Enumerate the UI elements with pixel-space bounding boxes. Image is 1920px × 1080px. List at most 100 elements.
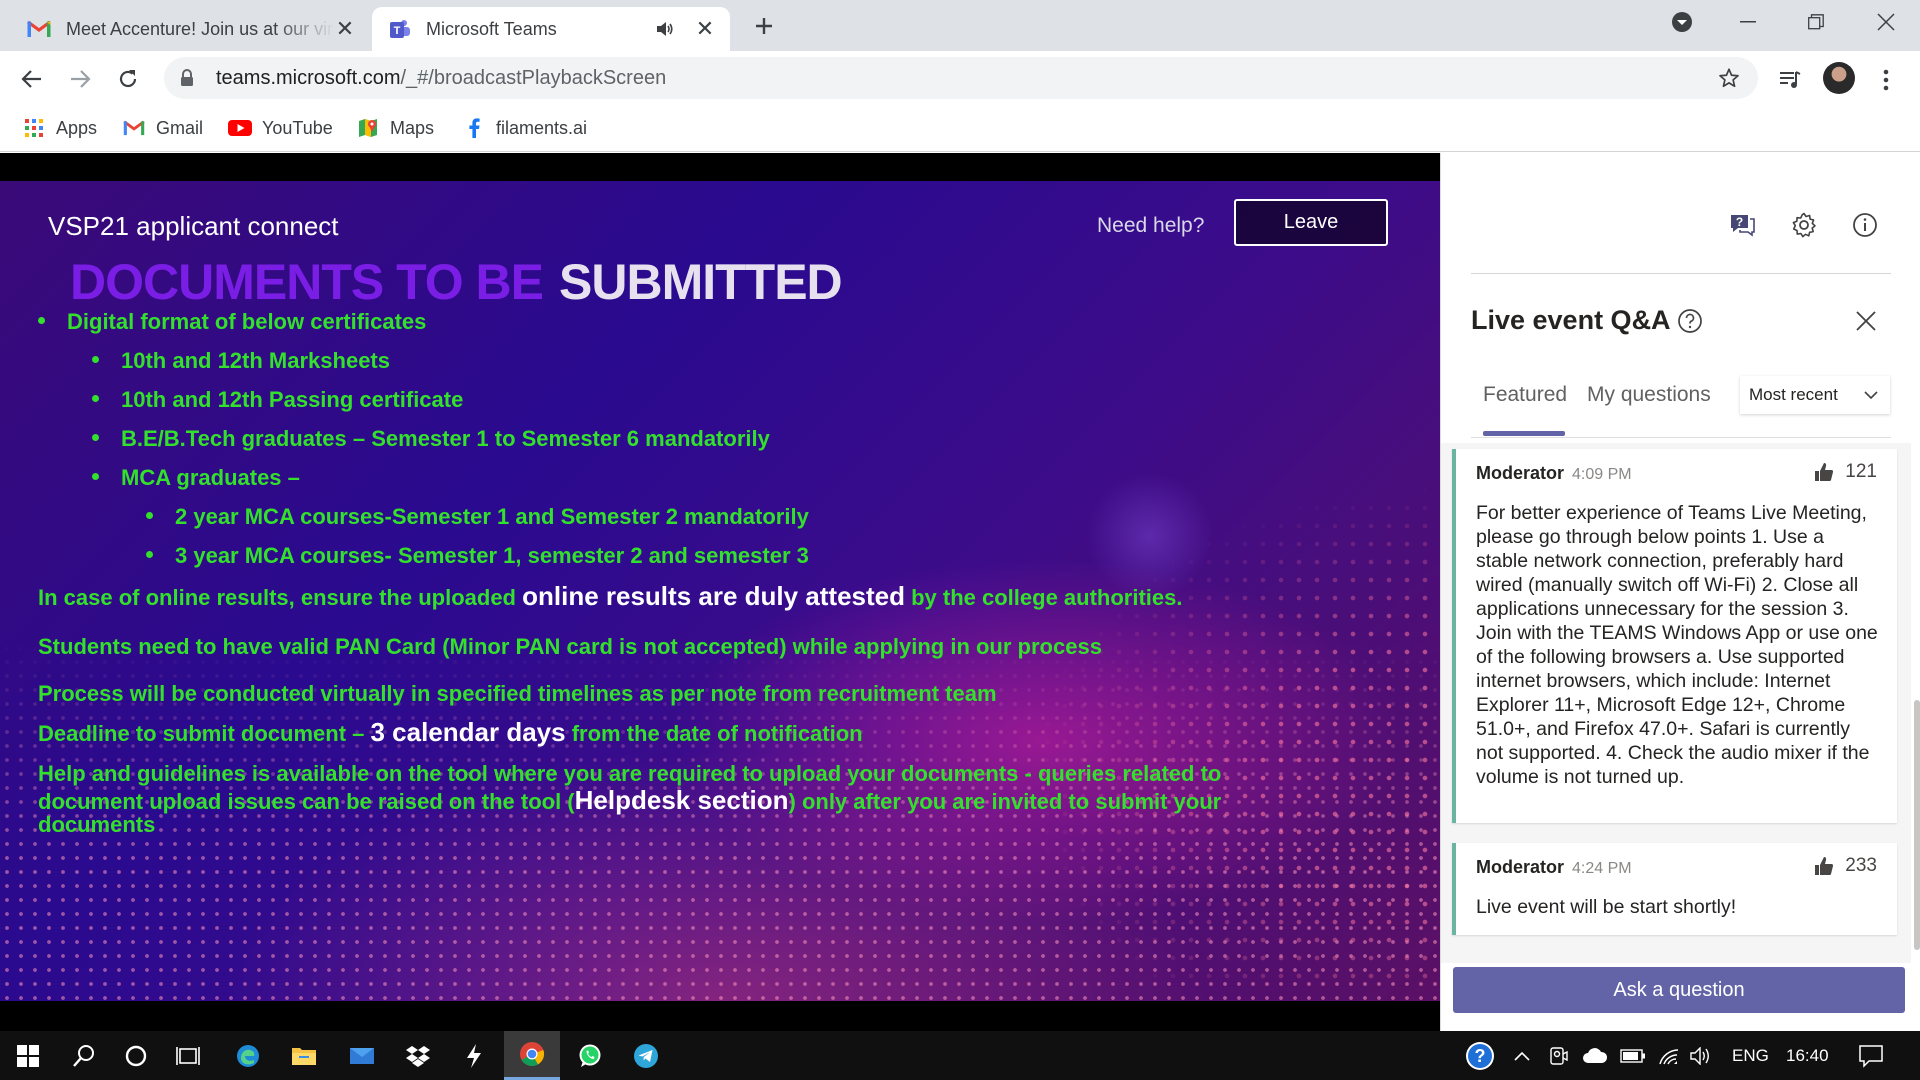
event-title: VSP21 applicant connect (48, 211, 339, 241)
reload-button[interactable] (112, 63, 144, 95)
info-button[interactable] (1849, 209, 1881, 241)
slide-text-part: Students need to have valid PAN Card (Mi… (38, 634, 1102, 659)
bookmark-gmail[interactable]: Gmail (122, 115, 203, 141)
chat-help-button[interactable]: ? (1726, 209, 1758, 241)
taskbar-telegram[interactable] (618, 1031, 674, 1080)
taskbar-edge[interactable] (220, 1031, 276, 1080)
language-indicator[interactable]: ENG (1732, 1031, 1769, 1080)
url-text[interactable]: teams.microsoft.com/_#/broadcastPlayback… (216, 67, 666, 90)
slide-text-part: documents (38, 812, 156, 837)
taskbar-whatsapp[interactable] (562, 1031, 618, 1080)
profile-avatar[interactable] (1823, 62, 1855, 94)
taskbar-mail[interactable] (334, 1031, 390, 1080)
battery-tray[interactable] (1620, 1031, 1646, 1080)
leave-button[interactable]: Leave (1234, 199, 1388, 246)
slide-text: document upload issues can be raised on … (38, 785, 1221, 816)
media-controls-button[interactable] (1776, 66, 1804, 94)
taskbar-chrome[interactable] (504, 1031, 560, 1080)
chrome-menu-button[interactable] (1872, 66, 1900, 94)
wifi-icon (1659, 1048, 1679, 1064)
minimize-button[interactable] (1718, 0, 1778, 44)
address-bar[interactable]: teams.microsoft.com/_#/broadcastPlayback… (164, 57, 1758, 99)
close-tab-icon[interactable]: ✕ (694, 16, 716, 41)
cortana-button[interactable] (108, 1031, 164, 1080)
forward-button[interactable] (64, 63, 96, 95)
slide-text: Help and guidelines is available on the … (38, 761, 1221, 787)
arrow-right-icon (71, 70, 91, 88)
bullet-dot (92, 394, 99, 402)
notification-center[interactable] (1858, 1031, 1884, 1080)
sort-label: Most recent (1749, 385, 1838, 404)
question-bubble-icon: ? (1731, 215, 1755, 237)
bookmark-filaments[interactable]: filaments.ai (462, 115, 587, 141)
live-event-video[interactable]: DOCUMENTS TO BE SUBMITTED Digital format … (0, 153, 1440, 1031)
post-time: 4:09 PM (1572, 466, 1632, 483)
question-circle-icon: ? (1466, 1041, 1494, 1070)
back-button[interactable] (16, 63, 48, 95)
tab-featured[interactable]: Featured (1483, 383, 1567, 407)
slide-bullet: Digital format of below certificates (38, 309, 426, 335)
bookmark-star-icon[interactable] (1718, 67, 1740, 89)
close-window-button[interactable] (1856, 0, 1916, 44)
like-button[interactable]: 121 (1813, 461, 1877, 483)
taskbar-app-bolt[interactable] (446, 1031, 502, 1080)
lock-icon[interactable] (180, 67, 202, 89)
qa-post[interactable]: Moderator 4:09 PM 121 For better experien… (1452, 449, 1897, 823)
slide-bullet: MCA graduates – (92, 465, 300, 491)
bookmarks-bar: Apps Gmail YouTube Maps filaments.ai (0, 105, 1920, 152)
ask-question-button[interactable]: Ask a question (1453, 967, 1905, 1013)
taskbar-dropbox[interactable] (390, 1031, 446, 1080)
close-tab-icon[interactable]: ✕ (334, 16, 356, 41)
audio-playing-icon[interactable] (656, 21, 678, 37)
notification-icon (1859, 1044, 1883, 1068)
taskbar-file-explorer[interactable] (276, 1031, 332, 1080)
bookmark-apps[interactable]: Apps (22, 115, 97, 141)
show-hidden-icons[interactable] (1513, 1031, 1531, 1080)
task-view-icon (176, 1046, 200, 1065)
help-circle-icon[interactable] (1677, 308, 1703, 334)
playlist-icon (1780, 71, 1801, 88)
mail-icon (350, 1047, 374, 1064)
reload-icon (119, 70, 137, 88)
wifi-tray[interactable] (1658, 1031, 1680, 1080)
slide-text-part: In case of online results, ensure the up… (38, 585, 523, 610)
start-button[interactable] (0, 1031, 56, 1080)
slide-text: 3 year MCA courses- Semester 1, semester… (175, 543, 809, 568)
slide-text-highlight: online results are duly attested (522, 581, 905, 611)
post-author: Moderator (1476, 463, 1565, 483)
post-text: Live event will be start shortly! (1476, 896, 1737, 918)
bookmark-youtube[interactable]: YouTube (228, 115, 333, 141)
task-view-button[interactable] (160, 1031, 216, 1080)
search-button[interactable] (56, 1031, 112, 1080)
sort-dropdown[interactable]: Most recent (1740, 376, 1890, 414)
bookmark-maps[interactable]: Maps (356, 115, 434, 141)
more-vertical-icon (1883, 69, 1889, 91)
slide-bullet: 10th and 12th Marksheets (92, 348, 390, 374)
volume-tray[interactable] (1690, 1031, 1712, 1080)
onedrive-tray[interactable] (1582, 1031, 1608, 1080)
bullet-dot (92, 355, 99, 363)
like-button[interactable]: 233 (1813, 855, 1877, 877)
meet-now-tray[interactable] (1548, 1031, 1568, 1080)
bullet-dot (92, 433, 99, 441)
cortana-circle-icon (125, 1045, 147, 1066)
clock[interactable]: 16:40 (1786, 1031, 1829, 1080)
panel-scrollbar[interactable] (1914, 700, 1920, 950)
settings-button[interactable] (1788, 209, 1820, 241)
help-tray-icon[interactable]: ? (1464, 1031, 1496, 1080)
facebook-icon (462, 116, 486, 140)
slide-text: documents (38, 812, 155, 838)
tab-gmail[interactable]: Meet Accenture! Join us at our virtual s… (12, 7, 370, 51)
slide-text-part: from the date of notification (565, 721, 863, 746)
cloud-icon (1583, 1047, 1608, 1063)
restore-button[interactable] (1786, 0, 1846, 44)
maps-icon (356, 116, 380, 140)
slide-text: 2 year MCA courses-Semester 1 and Semest… (175, 504, 809, 529)
need-help-link[interactable]: Need help? (1097, 214, 1204, 238)
tab-microsoft-teams[interactable]: T Microsoft Teams ✕ (372, 7, 730, 51)
tab-search-button[interactable] (1652, 0, 1712, 44)
new-tab-button[interactable] (748, 10, 780, 42)
qa-post[interactable]: Moderator 4:24 PM 233 Live event will be … (1452, 843, 1897, 935)
close-icon[interactable] (1853, 308, 1879, 334)
tab-my-questions[interactable]: My questions (1587, 383, 1711, 407)
